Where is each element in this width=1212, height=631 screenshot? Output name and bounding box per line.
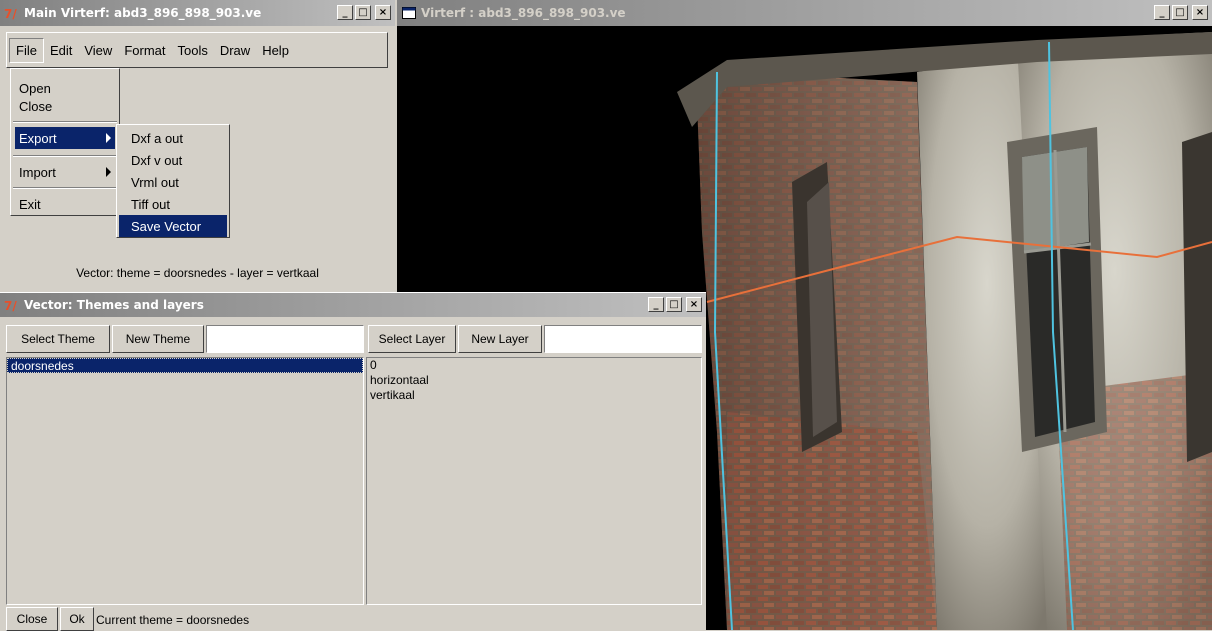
svg-text:7/: 7/ [4, 7, 17, 20]
file-menu-exit[interactable]: Exit [15, 193, 115, 215]
file-menu-close[interactable]: Close [15, 95, 115, 117]
file-menu-close-label: Close [19, 98, 53, 114]
tk-feather-icon: 7/ [4, 6, 20, 20]
export-tiff-out-label: Tiff out [131, 196, 171, 212]
new-layer-input[interactable] [544, 325, 702, 353]
export-vrml-out-label: Vrml out [131, 174, 179, 190]
export-dxf-v-out-label: Dxf v out [131, 152, 183, 168]
export-tiff-out[interactable]: Tiff out [127, 193, 225, 215]
close-button[interactable]: × [375, 5, 391, 20]
close-vector-button[interactable]: Close [6, 607, 58, 631]
menu-edit[interactable]: Edit [44, 39, 78, 62]
minimize-button[interactable]: _ [1154, 5, 1170, 20]
export-save-vector-label: Save Vector [131, 218, 202, 234]
menu-view[interactable]: View [78, 39, 118, 62]
menu-help[interactable]: Help [256, 39, 295, 62]
view-window-title: Virterf : abd3_896_898_903.ve [421, 6, 626, 20]
tk-feather-icon: 7/ [4, 298, 20, 312]
menu-tools[interactable]: Tools [171, 39, 213, 62]
maximize-button[interactable]: □ [355, 5, 371, 20]
export-submenu: Dxf a out Dxf v out Vrml out Tiff out Sa… [116, 124, 230, 238]
theme-list[interactable]: doorsnedes [6, 357, 364, 605]
export-dxf-a-out-label: Dxf a out [131, 130, 184, 146]
file-menu-export[interactable]: Export [15, 127, 115, 149]
menu-draw[interactable]: Draw [214, 39, 256, 62]
menu-bar: File Edit View Format Tools Draw Help [6, 32, 388, 68]
layer-list-item[interactable]: 0 [367, 358, 701, 373]
file-menu-import[interactable]: Import [15, 161, 115, 183]
file-dropdown-menu: Open Close Export Import Exit [10, 68, 120, 216]
svg-text:7/: 7/ [4, 299, 17, 312]
export-dxf-a-out[interactable]: Dxf a out [127, 127, 225, 149]
submenu-arrow-icon [106, 167, 111, 177]
window-icon [401, 6, 417, 20]
new-layer-button[interactable]: New Layer [458, 325, 542, 353]
menu-separator [13, 121, 117, 123]
maximize-button[interactable]: □ [1172, 5, 1188, 20]
main-window-title: Main Virterf: abd3_896_898_903.ve [24, 6, 262, 20]
file-menu-export-label: Export [19, 130, 57, 146]
layer-list-item[interactable]: vertikaal [367, 388, 701, 403]
vector-status-text: Vector: theme = doorsnedes - layer = ver… [76, 266, 319, 280]
new-theme-input[interactable] [206, 325, 364, 353]
vector-window-titlebar[interactable]: 7/ Vector: Themes and layers _ □ × [0, 293, 706, 317]
close-button[interactable]: × [686, 297, 702, 312]
layer-list-item[interactable]: horizontaal [367, 373, 701, 388]
vector-window-title: Vector: Themes and layers [24, 298, 204, 312]
minimize-button[interactable]: _ [648, 297, 664, 312]
close-button[interactable]: × [1192, 5, 1208, 20]
theme-list-item-doorsnedes[interactable]: doorsnedes [7, 358, 363, 373]
export-save-vector[interactable]: Save Vector [119, 215, 227, 237]
view-window-titlebar[interactable]: Virterf : abd3_896_898_903.ve _ □ × [397, 0, 1212, 26]
minimize-button[interactable]: _ [337, 5, 353, 20]
file-menu-open-label: Open [19, 80, 51, 96]
main-virterf-window: 7/ Main Virterf: abd3_896_898_903.ve _ □… [0, 0, 395, 292]
select-theme-button[interactable]: Select Theme [6, 325, 110, 353]
file-menu-import-label: Import [19, 164, 56, 180]
main-window-titlebar[interactable]: 7/ Main Virterf: abd3_896_898_903.ve _ □… [0, 0, 395, 26]
ok-button[interactable]: Ok [60, 607, 94, 631]
submenu-arrow-icon [106, 133, 111, 143]
export-dxf-v-out[interactable]: Dxf v out [127, 149, 225, 171]
new-theme-button[interactable]: New Theme [112, 325, 204, 353]
export-vrml-out[interactable]: Vrml out [127, 171, 225, 193]
menu-separator [13, 155, 117, 157]
vector-themes-layers-window: 7/ Vector: Themes and layers _ □ × Selec… [0, 292, 706, 631]
file-menu-exit-label: Exit [19, 196, 41, 212]
select-layer-button[interactable]: Select Layer [368, 325, 456, 353]
layer-list[interactable]: 0 horizontaal vertikaal [366, 357, 702, 605]
menu-format[interactable]: Format [118, 39, 171, 62]
current-theme-status: Current theme = doorsnedes [96, 613, 250, 627]
maximize-button[interactable]: □ [666, 297, 682, 312]
menu-file[interactable]: File [9, 37, 44, 63]
menu-separator [13, 187, 117, 189]
